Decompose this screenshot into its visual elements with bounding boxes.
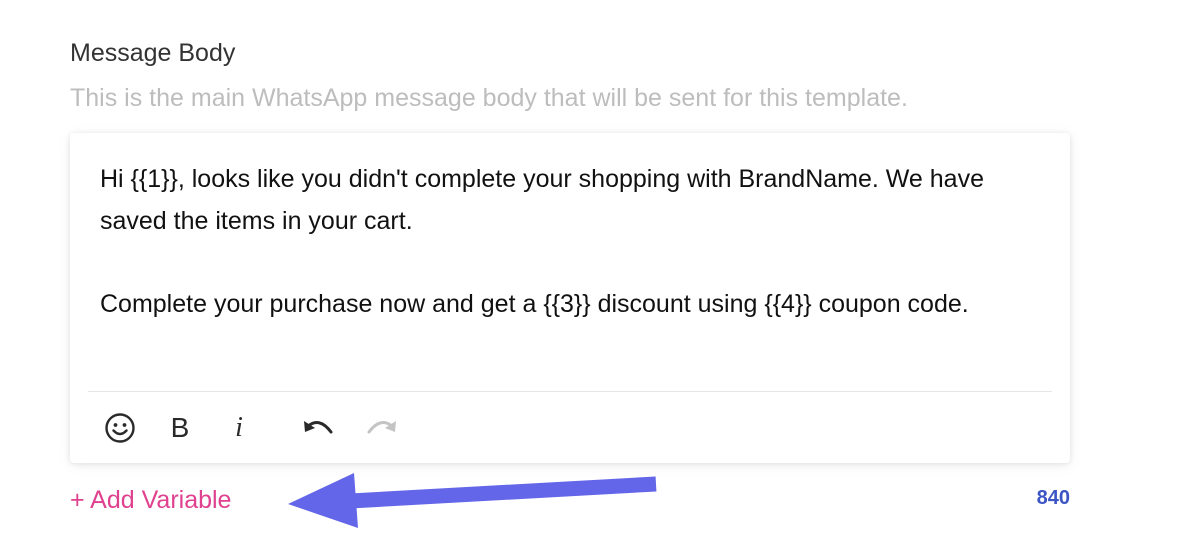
smiley-face-icon xyxy=(105,412,135,443)
undo-button[interactable] xyxy=(300,392,338,463)
redo-button[interactable] xyxy=(362,392,400,463)
italic-button[interactable]: i xyxy=(226,392,252,463)
character-count: 840 xyxy=(1036,487,1070,509)
message-paragraph-1: Hi {{1}}, looks like you didn't complete… xyxy=(100,165,984,235)
undo-icon xyxy=(304,420,333,433)
section-description: This is the main WhatsApp message body t… xyxy=(70,84,908,112)
annotation-arrow-icon xyxy=(288,473,657,528)
message-paragraph-2: Complete your purchase now and get a {{3… xyxy=(100,289,969,318)
message-body-text-area[interactable]: Hi {{1}}, looks like you didn't complete… xyxy=(100,159,1040,325)
emoji-button[interactable] xyxy=(102,392,138,463)
section-title: Message Body xyxy=(70,39,236,67)
redo-icon xyxy=(367,420,396,433)
add-variable-button[interactable]: + Add Variable xyxy=(70,485,231,515)
message-body-editor: Hi {{1}}, looks like you didn't complete… xyxy=(70,133,1070,463)
bold-button[interactable]: B xyxy=(164,392,196,463)
formatting-toolbar: B i xyxy=(70,392,1070,463)
italic-icon: i xyxy=(235,411,243,443)
bold-icon: B xyxy=(170,411,190,443)
